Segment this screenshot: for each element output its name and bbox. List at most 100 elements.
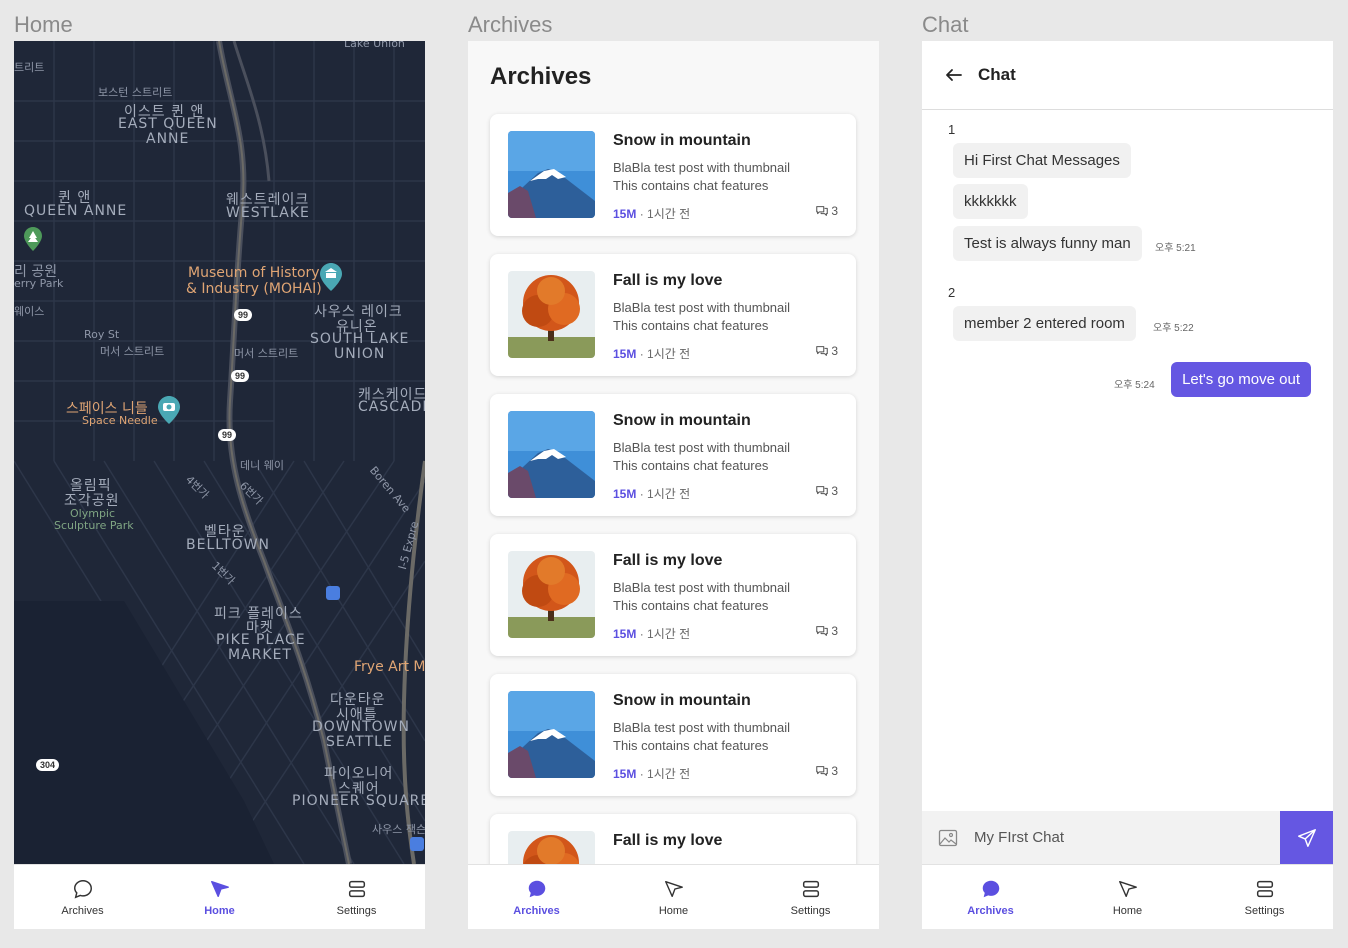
navigation-arrow-icon	[1118, 880, 1137, 898]
map-label: 머서 스트리트	[234, 347, 299, 360]
map-label: SOUTH LAKE	[310, 331, 410, 347]
map-view[interactable]: 트리트 Lake Union 보스턴 스트리트 이스트 퀸 앤 EAST QUE…	[14, 41, 425, 864]
card-meta: 15M · 1시간 전	[613, 765, 690, 782]
home-frame-label: Home	[14, 12, 73, 37]
card-meta: 15M · 1시간 전	[613, 625, 690, 642]
archive-card[interactable]: Fall is my love BlaBla test post with th…	[490, 254, 856, 376]
comment-count: 3	[815, 204, 838, 218]
card-title: Fall is my love	[613, 832, 723, 849]
park-marker-icon[interactable]	[24, 227, 42, 251]
archives-screen: Archives Snow in mountain BlaBla test po…	[468, 41, 879, 929]
archive-card[interactable]: Fall is my love BlaBla test post with th…	[490, 534, 856, 656]
chat-header: Chat	[922, 41, 1333, 110]
nav-settings-label: Settings	[336, 905, 377, 917]
navigation-arrow-icon	[664, 880, 683, 898]
post-time: 1시간 전	[647, 487, 691, 501]
highway-shield: 99	[234, 309, 253, 321]
navigation-arrow-icon	[210, 880, 229, 898]
comment-count: 3	[815, 344, 838, 358]
page-title: Archives	[490, 63, 592, 90]
post-thumbnail	[508, 691, 595, 778]
my-chat-message: Let's go move out	[1171, 362, 1311, 397]
nav-settings-label: Settings	[790, 905, 831, 917]
bottom-nav: Archives Home Settings	[468, 864, 879, 929]
bottom-nav: Archives Home Settings	[14, 864, 425, 929]
nav-home-label: Home	[658, 905, 689, 917]
map-label: 트리트	[14, 61, 45, 74]
post-thumbnail	[508, 131, 595, 218]
map-label: Space Needle	[82, 414, 158, 427]
highway-shield: 99	[218, 429, 237, 441]
card-description: BlaBla test post with thumbnail	[613, 440, 791, 455]
message-time: 오후 5:21	[1155, 243, 1196, 254]
nav-settings-label: Settings	[1244, 905, 1285, 917]
chat-screen: Chat 1 Hi First Chat Messages kkkkkkk Te…	[922, 41, 1333, 929]
comment-count: 3	[815, 624, 838, 638]
map-label: BELLTOWN	[186, 537, 271, 553]
archive-card[interactable]: Snow in mountain BlaBla test post with t…	[490, 114, 856, 236]
send-icon	[1297, 828, 1316, 847]
meta-separator: ·	[639, 347, 644, 361]
nav-archives-label: Archives	[513, 905, 560, 917]
transit-icon[interactable]	[326, 586, 340, 600]
card-description: BlaBla test post with thumbnail	[613, 300, 791, 315]
space-needle-marker-icon[interactable]	[158, 396, 180, 424]
view-count: 15M	[613, 347, 637, 361]
map-label: 보스턴 스트리트	[98, 86, 173, 99]
nav-settings[interactable]: Settings	[288, 865, 425, 929]
chat-bubble-icon	[528, 880, 545, 898]
comments-icon	[816, 626, 829, 636]
map-label: PIKE PLACE	[216, 632, 306, 648]
map-label: CASCADE	[358, 399, 425, 415]
meta-separator: ·	[639, 627, 644, 641]
map-label: erry Park	[14, 277, 64, 290]
send-button[interactable]	[1280, 811, 1333, 864]
map-label: Lake Union	[344, 41, 405, 50]
nav-home-label: Home	[1112, 905, 1143, 917]
nav-home[interactable]: Home	[1059, 865, 1196, 929]
archive-card[interactable]: Snow in mountain BlaBla test post with t…	[490, 394, 856, 516]
card-meta: 15M · 1시간 전	[613, 485, 690, 502]
comment-count: 3	[815, 484, 838, 498]
card-title: Snow in mountain	[613, 692, 751, 709]
card-meta: 15M · 1시간 전	[613, 205, 690, 222]
card-description: BlaBla test post with thumbnail	[613, 580, 791, 595]
nav-settings[interactable]: Settings	[1196, 865, 1333, 929]
map-label: 머서 스트리트	[100, 345, 165, 358]
back-arrow-icon[interactable]	[944, 65, 964, 85]
nav-home[interactable]: Home	[605, 865, 742, 929]
comments-icon	[816, 766, 829, 776]
card-title: Fall is my love	[613, 552, 723, 569]
transit-icon[interactable]	[410, 837, 424, 851]
message-input[interactable]	[974, 829, 1254, 846]
highway-shield: 99	[231, 370, 250, 382]
card-description: This contains chat features	[613, 178, 769, 193]
card-title: Snow in mountain	[613, 412, 751, 429]
chat-frame-label: Chat	[922, 12, 969, 37]
map-label: WESTLAKE	[226, 205, 310, 221]
map-label: EAST QUEEN	[118, 116, 218, 132]
view-count: 15M	[613, 207, 637, 221]
nav-archives[interactable]: Archives	[468, 865, 605, 929]
page-title: Chat	[978, 65, 1016, 84]
museum-marker-icon[interactable]	[320, 263, 342, 291]
image-attach-icon[interactable]	[938, 828, 958, 848]
map-label: Frye Art M	[354, 659, 425, 675]
nav-archives[interactable]: Archives	[922, 865, 1059, 929]
nav-settings[interactable]: Settings	[742, 865, 879, 929]
post-thumbnail	[508, 551, 595, 638]
nav-archives[interactable]: Archives	[14, 865, 151, 929]
map-label: Sculpture Park	[54, 519, 134, 532]
card-description: This contains chat features	[613, 598, 769, 613]
highway-shield: 304	[36, 759, 60, 771]
post-time: 1시간 전	[647, 207, 691, 221]
server-stack-icon	[1256, 880, 1273, 898]
chat-message: kkkkkkk	[953, 184, 1028, 219]
card-meta: 15M · 1시간 전	[613, 345, 690, 362]
map-label: 웨이스	[14, 305, 45, 318]
post-time: 1시간 전	[647, 347, 691, 361]
nav-home[interactable]: Home	[151, 865, 288, 929]
chat-message: Test is always funny man	[953, 226, 1142, 261]
card-description: This contains chat features	[613, 738, 769, 753]
archive-card[interactable]: Snow in mountain BlaBla test post with t…	[490, 674, 856, 796]
